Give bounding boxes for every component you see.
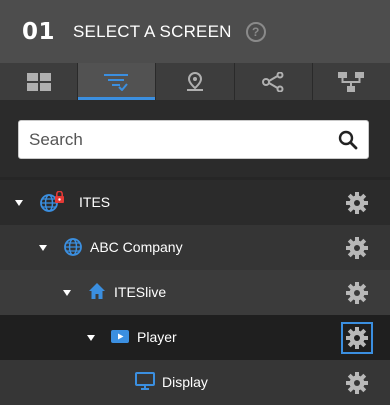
home-icon bbox=[89, 283, 105, 299]
expand-caret-icon[interactable] bbox=[39, 245, 47, 251]
page-header: 01 SELECT A SCREEN ? bbox=[0, 0, 390, 63]
monitor-icon bbox=[135, 372, 155, 390]
tab-location-view[interactable] bbox=[156, 63, 235, 100]
tree-item-label: Display bbox=[162, 374, 208, 390]
expand-caret-icon[interactable] bbox=[87, 335, 95, 341]
location-pin-icon bbox=[187, 71, 203, 91]
tree-item-label: ITES bbox=[79, 194, 111, 210]
settings-gear-button[interactable] bbox=[341, 367, 373, 399]
expand-caret-icon[interactable] bbox=[15, 200, 23, 206]
settings-gear-button[interactable] bbox=[341, 232, 373, 264]
screen-tree: ITES ABC Company ITESlive Player Display bbox=[0, 180, 390, 405]
player-icon bbox=[111, 330, 129, 343]
tree-item-label: ABC Company bbox=[90, 239, 183, 255]
hierarchy-icon bbox=[338, 71, 365, 92]
step-number: 01 bbox=[22, 18, 56, 45]
search-input[interactable] bbox=[19, 121, 329, 158]
tab-hierarchy-view[interactable] bbox=[313, 63, 390, 100]
share-nodes-icon bbox=[262, 71, 284, 92]
page-title: SELECT A SCREEN bbox=[73, 21, 232, 41]
tree-item-iteslive[interactable]: ITESlive bbox=[0, 270, 390, 315]
help-icon[interactable]: ? bbox=[245, 21, 266, 42]
gear-icon bbox=[346, 327, 368, 349]
tree-item-label: ITESlive bbox=[114, 284, 167, 300]
settings-gear-button[interactable] bbox=[341, 322, 373, 354]
tab-share-view[interactable] bbox=[235, 63, 313, 100]
settings-gear-button[interactable] bbox=[341, 277, 373, 309]
tree-item-label: Player bbox=[137, 329, 177, 345]
globe-lock-icon bbox=[40, 191, 64, 212]
gear-icon bbox=[346, 192, 368, 214]
search-icon[interactable] bbox=[338, 130, 358, 150]
tree-item-display[interactable]: Display bbox=[0, 360, 390, 405]
gear-icon bbox=[346, 237, 368, 259]
tab-grid-view[interactable] bbox=[0, 63, 79, 100]
grid-icon bbox=[26, 72, 51, 91]
settings-gear-button[interactable] bbox=[341, 187, 373, 219]
gear-icon bbox=[346, 372, 368, 394]
tree-item-player[interactable]: Player bbox=[0, 315, 390, 360]
tree-item-abc-company[interactable]: ABC Company bbox=[0, 225, 390, 270]
search-box bbox=[18, 120, 369, 159]
expand-caret-icon[interactable] bbox=[63, 290, 71, 296]
view-tabs bbox=[0, 63, 390, 100]
tree-item-ites[interactable]: ITES bbox=[0, 180, 390, 225]
search-area bbox=[0, 100, 390, 177]
filter-list-icon bbox=[103, 73, 128, 91]
globe-icon bbox=[64, 238, 82, 256]
gear-icon bbox=[346, 282, 368, 304]
tab-filter-list-view[interactable] bbox=[78, 63, 157, 100]
